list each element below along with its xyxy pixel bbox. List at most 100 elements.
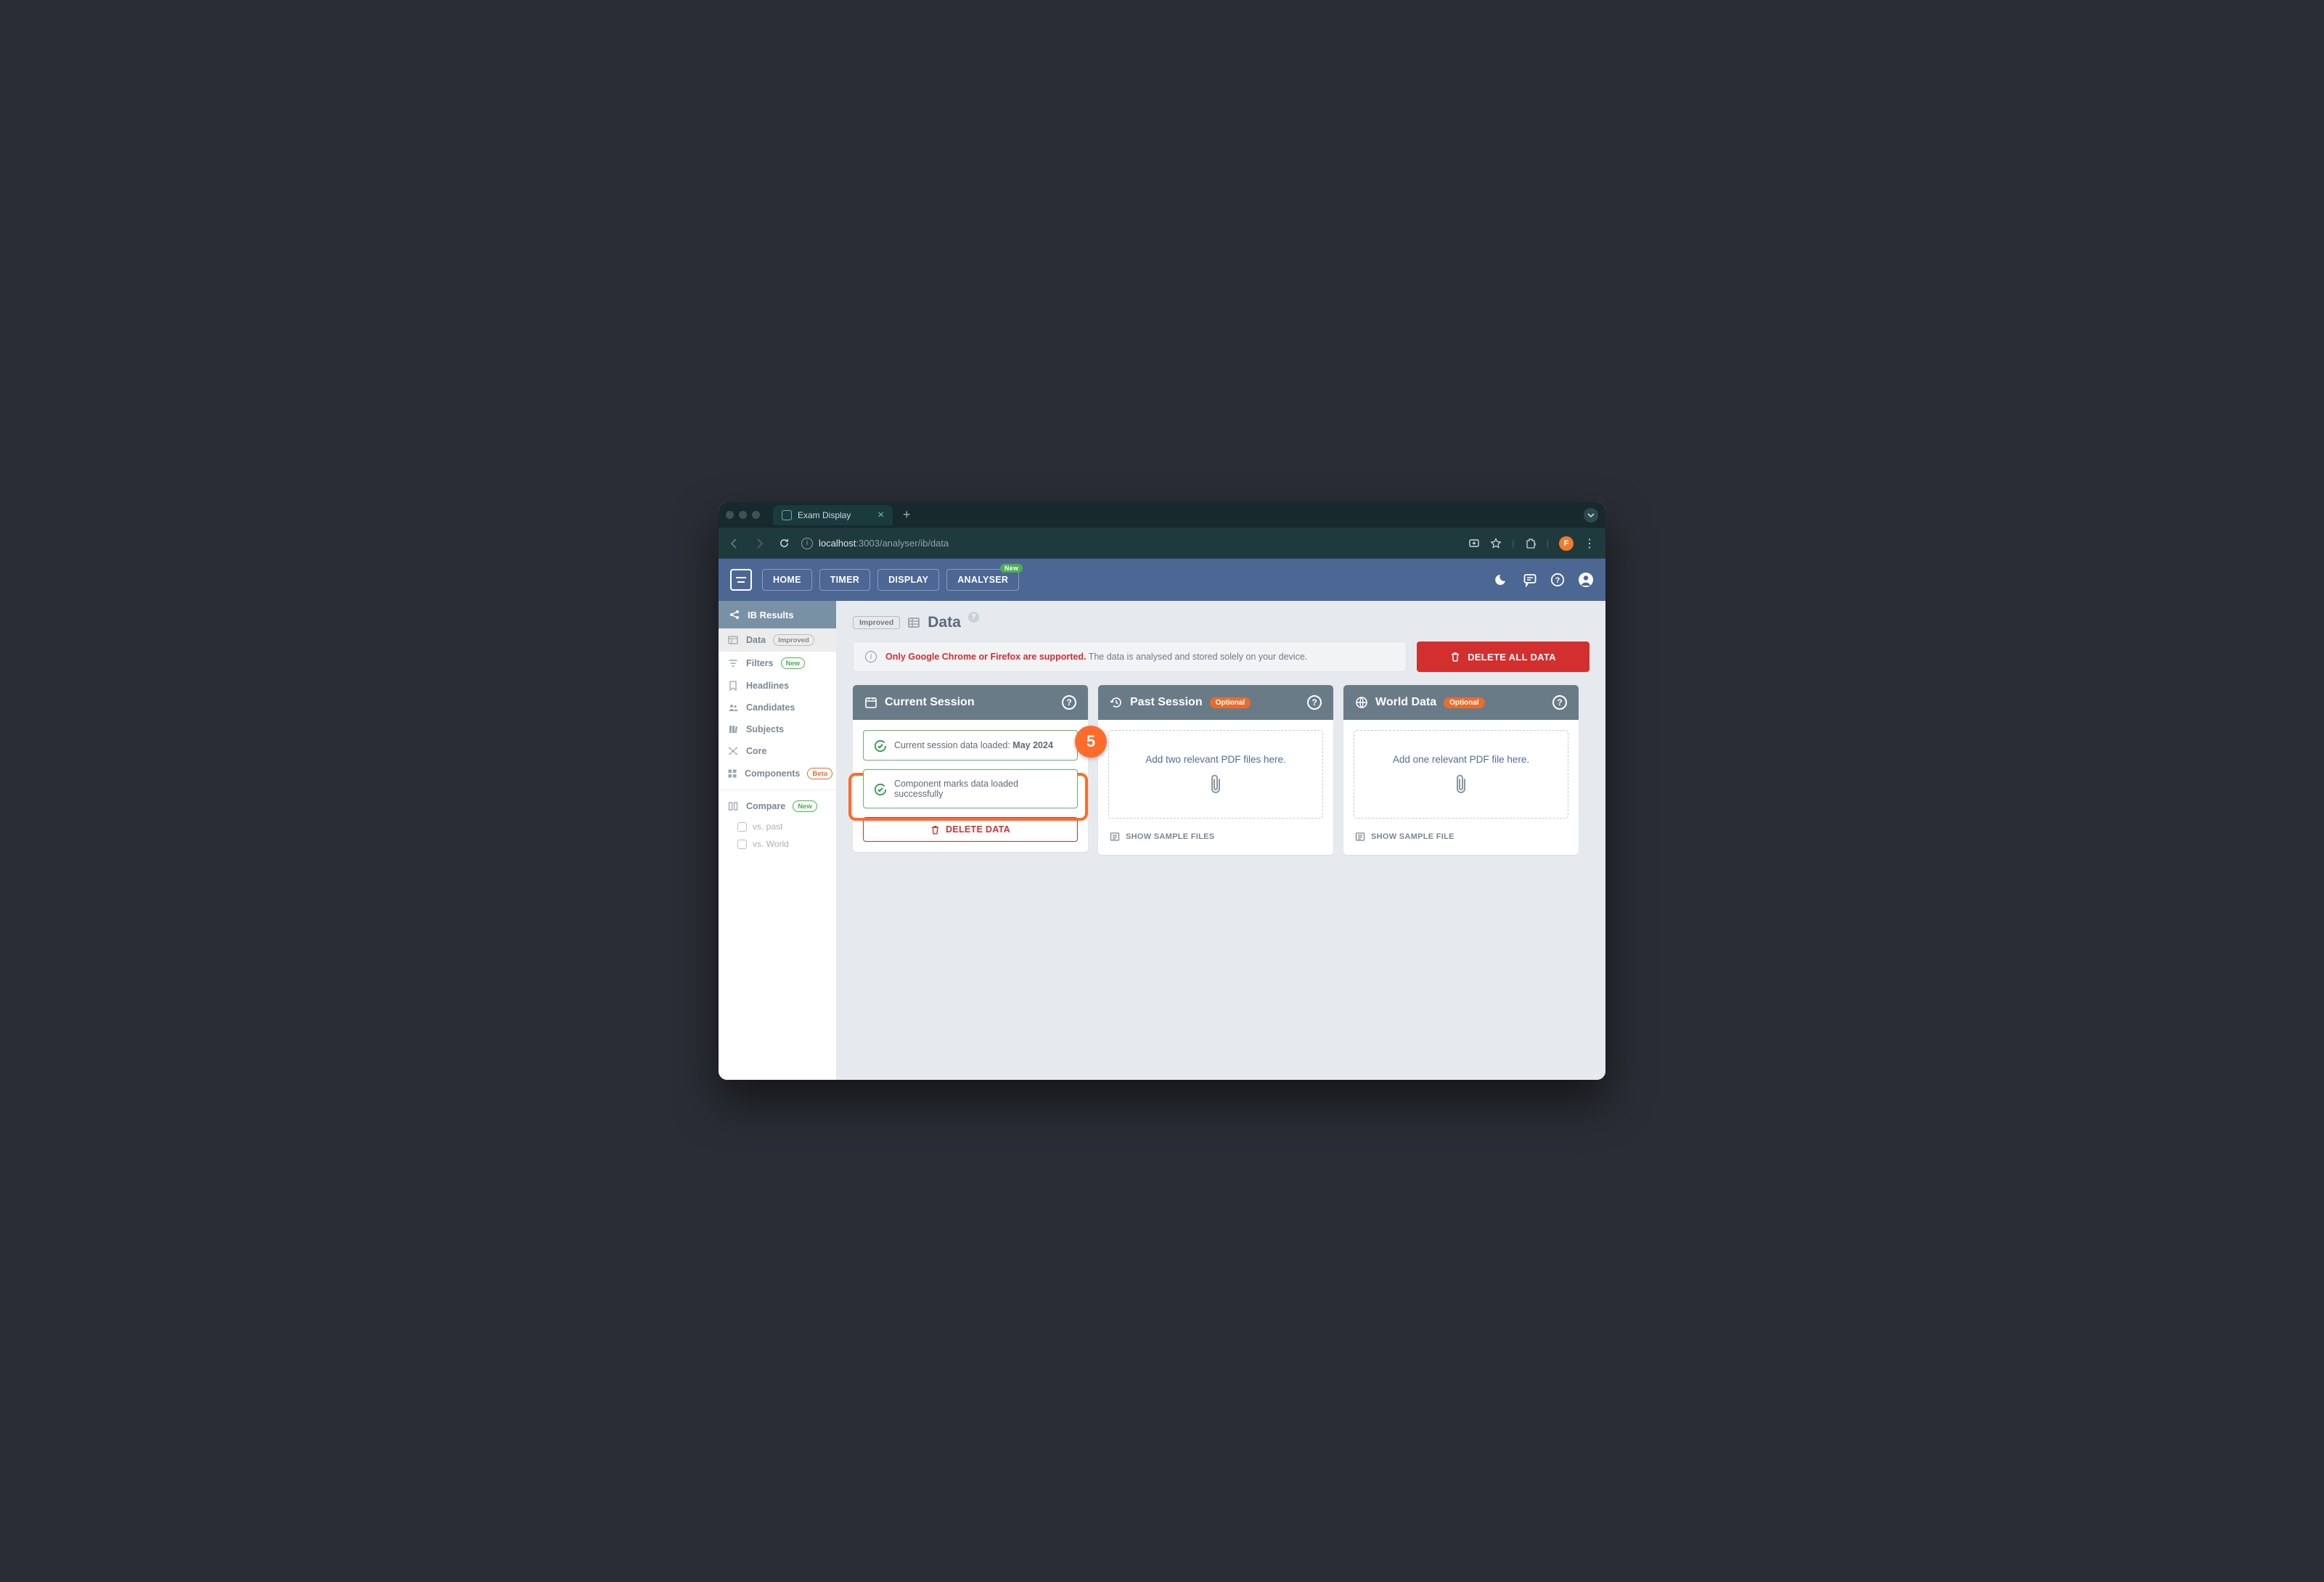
account-icon[interactable] bbox=[1578, 572, 1594, 588]
url-host: localhost bbox=[819, 538, 856, 549]
nav-timer[interactable]: TIMER bbox=[819, 569, 870, 591]
help-tooltip-icon[interactable]: ? bbox=[968, 612, 979, 623]
delete-all-button[interactable]: DELETE ALL DATA bbox=[1417, 642, 1589, 672]
sidebar-title: IB Results bbox=[748, 610, 794, 620]
card-title: Current Session bbox=[885, 696, 975, 709]
browser-tab[interactable]: Exam Display × bbox=[773, 505, 893, 525]
app-logo-icon[interactable] bbox=[730, 569, 752, 591]
sidebar-item-label: Headlines bbox=[746, 681, 789, 691]
browser-urlbar: i localhost:3003/analyser/ib/data | | F … bbox=[719, 528, 1605, 559]
history-icon bbox=[1110, 696, 1123, 709]
list-icon bbox=[1110, 832, 1120, 842]
paperclip-icon bbox=[1208, 774, 1224, 795]
sidebar-item-filters[interactable]: Filters New bbox=[719, 652, 836, 675]
alert-row: i Only Google Chrome or Firefox are supp… bbox=[853, 642, 1589, 672]
sidebar-list: Data Improved Filters New Headlines Cand… bbox=[719, 628, 836, 853]
nav-home[interactable]: HOME bbox=[762, 569, 812, 591]
tab-title: Exam Display bbox=[798, 510, 851, 520]
status-text: Component marks data loaded successfully bbox=[894, 779, 1067, 799]
window-controls[interactable] bbox=[726, 511, 760, 519]
nav-display[interactable]: DISPLAY bbox=[877, 569, 939, 591]
svg-text:?: ? bbox=[1555, 576, 1560, 585]
sidebar-item-candidates[interactable]: Candidates bbox=[719, 697, 836, 718]
data-icon bbox=[727, 635, 739, 645]
site-info-icon[interactable]: i bbox=[801, 538, 813, 549]
compare-vs-world[interactable]: vs. World bbox=[719, 835, 836, 853]
forward-icon[interactable] bbox=[752, 536, 766, 551]
close-icon[interactable]: × bbox=[877, 509, 884, 520]
feedback-icon[interactable] bbox=[1523, 573, 1537, 587]
sidebar: IB Results Data Improved Filters New Hea… bbox=[719, 601, 837, 1080]
card-title: Past Session bbox=[1130, 696, 1203, 709]
sidebar-item-label: Data bbox=[746, 635, 766, 645]
paperclip-icon bbox=[1453, 774, 1469, 795]
check-circle-icon bbox=[874, 739, 885, 751]
sidebar-item-data[interactable]: Data Improved bbox=[719, 628, 836, 652]
info-icon: i bbox=[865, 651, 877, 663]
cards-row: 5 Current Session ? Curren bbox=[853, 685, 1589, 855]
help-icon[interactable]: ? bbox=[1550, 573, 1565, 587]
card-current-session: 5 Current Session ? Curren bbox=[853, 685, 1088, 852]
delete-data-button[interactable]: DELETE DATA bbox=[863, 817, 1078, 842]
compare-vs-past[interactable]: vs. past bbox=[719, 818, 836, 835]
sidebar-item-compare[interactable]: Compare New bbox=[719, 795, 836, 818]
world-dropzone[interactable]: Add one relevant PDF file here. bbox=[1354, 730, 1568, 819]
card-header: Past Session Optional ? bbox=[1098, 685, 1333, 720]
books-icon bbox=[727, 724, 739, 734]
alert-text: Only Google Chrome or Firefox are suppor… bbox=[885, 652, 1307, 662]
sidebar-item-label: Filters bbox=[746, 658, 774, 668]
url-field[interactable]: i localhost:3003/analyser/ib/data bbox=[801, 538, 1458, 549]
app-body: IB Results Data Improved Filters New Hea… bbox=[719, 601, 1605, 1080]
dropzone-text: Add two relevant PDF files here. bbox=[1145, 754, 1286, 765]
close-dot[interactable] bbox=[726, 511, 734, 519]
sidebar-badge: Beta bbox=[807, 768, 832, 779]
sidebar-item-headlines[interactable]: Headlines bbox=[719, 675, 836, 697]
sidebar-item-label: Candidates bbox=[746, 702, 795, 713]
card-help-icon[interactable]: ? bbox=[1307, 695, 1322, 710]
sidebar-item-core[interactable]: Core bbox=[719, 740, 836, 762]
status-text: Current session data loaded: May 2024 bbox=[894, 740, 1053, 750]
url-path: :3003/analyser/ib/data bbox=[856, 538, 949, 549]
show-sample-files-button[interactable]: SHOW SAMPLE FILES bbox=[1098, 829, 1333, 855]
compare-icon bbox=[727, 801, 739, 811]
share-icon bbox=[729, 609, 740, 620]
checkbox[interactable] bbox=[737, 840, 747, 849]
delete-data-label: DELETE DATA bbox=[946, 824, 1010, 835]
sidebar-badge: Improved bbox=[773, 634, 814, 646]
minimize-dot[interactable] bbox=[739, 511, 747, 519]
hub-icon bbox=[727, 746, 739, 756]
zoom-dot[interactable] bbox=[752, 511, 760, 519]
back-icon[interactable] bbox=[727, 536, 742, 551]
sidebar-item-label: Subjects bbox=[746, 724, 784, 734]
profile-avatar[interactable]: F bbox=[1559, 536, 1574, 551]
check-circle-icon bbox=[874, 783, 885, 795]
main-nav: HOME TIMER DISPLAY ANALYSER New bbox=[762, 569, 1019, 591]
card-help-icon[interactable]: ? bbox=[1062, 695, 1076, 710]
show-sample-file-button[interactable]: SHOW SAMPLE FILE bbox=[1343, 829, 1579, 855]
card-help-icon[interactable]: ? bbox=[1552, 695, 1567, 710]
theme-toggle-icon[interactable] bbox=[1495, 573, 1510, 587]
bookmark-star-icon[interactable] bbox=[1490, 538, 1502, 549]
new-tab-button[interactable]: + bbox=[899, 507, 915, 522]
alert-warning: Only Google Chrome or Firefox are suppor… bbox=[885, 652, 1086, 662]
sidebar-item-components[interactable]: Components Beta bbox=[719, 762, 836, 785]
tab-dropdown-icon[interactable] bbox=[1584, 508, 1598, 522]
status-components-loaded: Component marks data loaded successfully bbox=[863, 769, 1078, 808]
kebab-menu-icon[interactable]: ⋮ bbox=[1584, 536, 1597, 551]
globe-icon bbox=[1355, 696, 1368, 709]
checkbox[interactable] bbox=[737, 822, 747, 832]
card-world-data: World Data Optional ? Add one relevant P… bbox=[1343, 685, 1579, 855]
install-icon[interactable] bbox=[1468, 538, 1480, 549]
browser-window: Exam Display × + i localhost:3003/analys… bbox=[719, 502, 1605, 1080]
new-badge: New bbox=[1000, 564, 1023, 573]
trash-icon bbox=[930, 825, 940, 835]
extensions-icon[interactable] bbox=[1525, 538, 1537, 549]
sidebar-item-subjects[interactable]: Subjects bbox=[719, 718, 836, 740]
sidebar-item-label: Compare bbox=[746, 801, 785, 811]
sample-label: SHOW SAMPLE FILES bbox=[1126, 832, 1214, 841]
nav-analyser[interactable]: ANALYSER New bbox=[946, 569, 1019, 591]
card-header: World Data Optional ? bbox=[1343, 685, 1579, 720]
reload-icon[interactable] bbox=[777, 536, 791, 551]
past-dropzone[interactable]: Add two relevant PDF files here. bbox=[1108, 730, 1323, 819]
page-badge: Improved bbox=[853, 616, 900, 629]
